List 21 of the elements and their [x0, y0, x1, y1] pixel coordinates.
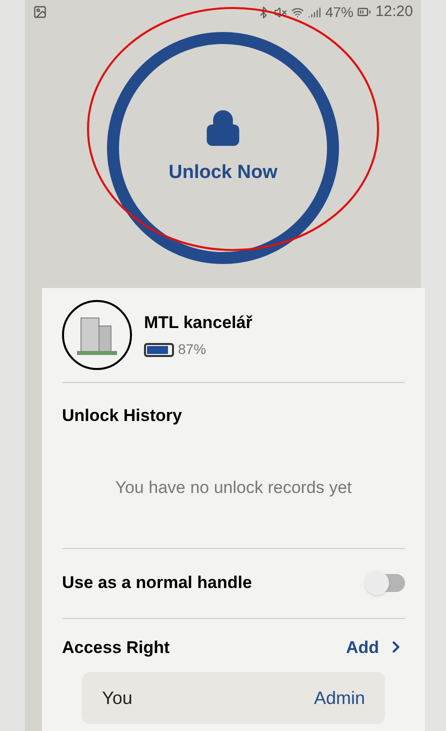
mute-icon — [274, 6, 288, 18]
toggle-label: Use as a normal handle — [62, 572, 252, 594]
battery-percent: 47% — [325, 2, 354, 22]
wifi-icon — [291, 6, 304, 18]
lock-name: MTL kancelář — [144, 312, 252, 334]
unlock-button[interactable]: Unlock Now — [107, 32, 339, 264]
signal-icon — [308, 6, 322, 18]
section-title: Unlock History — [62, 405, 183, 427]
handle-toggle[interactable] — [367, 574, 405, 592]
empty-message: You have no unlock records yet — [115, 477, 352, 500]
add-button[interactable]: Add — [346, 634, 405, 660]
image-icon — [33, 5, 47, 19]
battery-percent: 87% — [178, 340, 206, 360]
section-title: Access Right — [62, 636, 170, 659]
user-name: You — [102, 686, 132, 710]
user-role: Admin — [314, 686, 365, 710]
user-row[interactable]: You Admin — [82, 672, 385, 724]
lock-icon — [204, 108, 242, 147]
battery-icon — [357, 5, 372, 19]
battery-gauge — [144, 342, 174, 357]
clock: 12:20 — [375, 2, 413, 22]
